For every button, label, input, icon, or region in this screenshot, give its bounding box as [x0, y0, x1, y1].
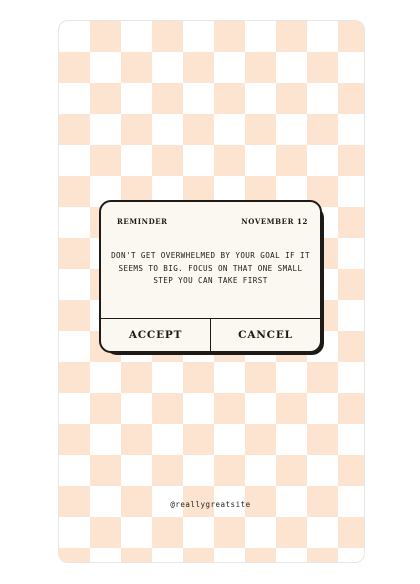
cancel-button[interactable]: CANCEL [210, 319, 320, 351]
reminder-label: REMINDER [117, 217, 168, 226]
footer-handle: @reallygreatsite [170, 500, 251, 509]
accept-button[interactable]: ACCEPT [101, 319, 210, 351]
reminder-date: NOVEMBER 12 [241, 217, 308, 226]
dialog-header: REMINDER NOVEMBER 12 [117, 217, 308, 226]
reminder-dialog: REMINDER NOVEMBER 12 DON'T GET OVERWHELM… [99, 200, 322, 353]
reminder-message: DON'T GET OVERWHELMED BY YOUR GOAL IF IT… [111, 251, 310, 285]
dialog-actions: ACCEPT CANCEL [101, 318, 320, 351]
